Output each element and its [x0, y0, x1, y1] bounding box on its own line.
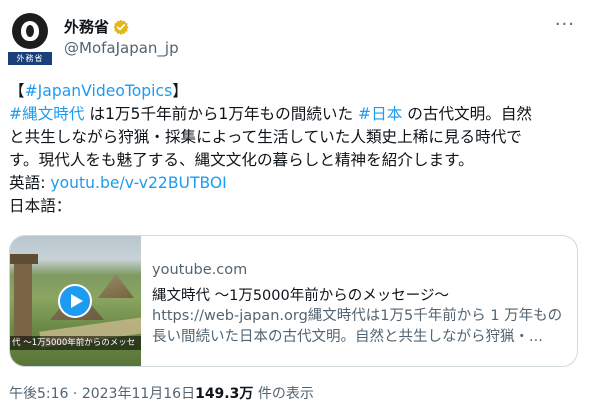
text-segment: の古代文明。自然 [402, 105, 533, 123]
author-name-row: 外務省 [64, 16, 129, 37]
tweet-line: す。現代人をも魅了する、縄文文化の暮らしと精神を紹介します。 [9, 149, 591, 172]
card-title: 縄文時代 ～1万5000年前からのメッセージ～ [152, 288, 449, 304]
text-segment: と共生しながら狩猟・採集によって生活していた人類史上稀に見る時代で [9, 128, 522, 146]
card-description-line: 長い間続いた日本の古代文明。自然と共生しながら狩猟・... [152, 329, 543, 345]
tweet-line: 英語: youtu.be/v-v22BUTBOI [9, 172, 591, 195]
watchtower-illustration [10, 254, 38, 344]
video-thumbnail[interactable]: 代 ～1万5000年前からのメッセ [10, 236, 141, 366]
tweet-line: 【#JapanVideoTopics】 [9, 80, 591, 103]
meta-separator: · [68, 386, 82, 402]
display-name[interactable]: 外務省 [64, 16, 109, 37]
text-segment: す。現代人をも魅了する、縄文文化の暮らしと精神を紹介します。 [9, 151, 474, 169]
link-preview-card[interactable]: 代 ～1万5000年前からのメッセ youtube.com 縄文時代 ～1万50… [9, 235, 578, 367]
verified-badge-icon[interactable] [113, 19, 129, 35]
tweet-line: #縄文時代 は1万5千年前から1万年もの間続いた #日本 の古代文明。自然 [9, 103, 591, 126]
card-description-line: https://web-japan.org縄文時代は1万5千年前から 1 万年も… [152, 308, 563, 324]
tweet-date[interactable]: 2023年11月16日 [82, 386, 195, 402]
card-description: https://web-japan.org縄文時代は1万5千年前から 1 万年も… [152, 306, 562, 348]
youtube-link[interactable]: youtu.be/v-v22BUTBOI [50, 174, 226, 192]
hut-illustration [98, 274, 134, 298]
play-icon[interactable] [58, 284, 92, 318]
text-segment: 英語: [9, 174, 51, 192]
hashtag-link[interactable]: #JapanVideoTopics [25, 82, 173, 100]
text-segment: は1万5千年前から1万年もの間続いた [84, 105, 359, 123]
text-segment: 】 [172, 82, 188, 100]
views-count[interactable]: 149.3万 [195, 386, 253, 402]
hashtag-link[interactable]: #縄文時代 [9, 105, 84, 123]
author-handle[interactable]: @MofaJapan_jp [64, 39, 179, 57]
tweet-time[interactable]: 午後5:16 [9, 386, 68, 402]
text-segment: 【 [9, 82, 25, 100]
card-domain: youtube.com [152, 262, 248, 278]
hashtag-link[interactable]: #日本 [358, 105, 402, 123]
thumbnail-caption: 代 ～1万5000年前からのメッセ [10, 336, 141, 350]
views-label: 件の表示 [253, 386, 314, 402]
ministry-emblem-icon [12, 13, 48, 49]
tweet-line: 日本語： [9, 195, 591, 218]
avatar[interactable]: 外務省 [8, 13, 52, 67]
tweet-text: 【#JapanVideoTopics】 #縄文時代 は1万5千年前から1万年もの… [9, 80, 591, 218]
tweet-line: と共生しながら狩猟・採集によって生活していた人類史上稀に見る時代で [9, 126, 591, 149]
tweet-meta: 午後5:16 · 2023年11月16日149.3万 件の表示 [9, 383, 314, 403]
text-segment: 日本語： [9, 197, 72, 215]
avatar-tag: 外務省 [8, 52, 52, 65]
more-icon[interactable]: ··· [555, 14, 575, 35]
